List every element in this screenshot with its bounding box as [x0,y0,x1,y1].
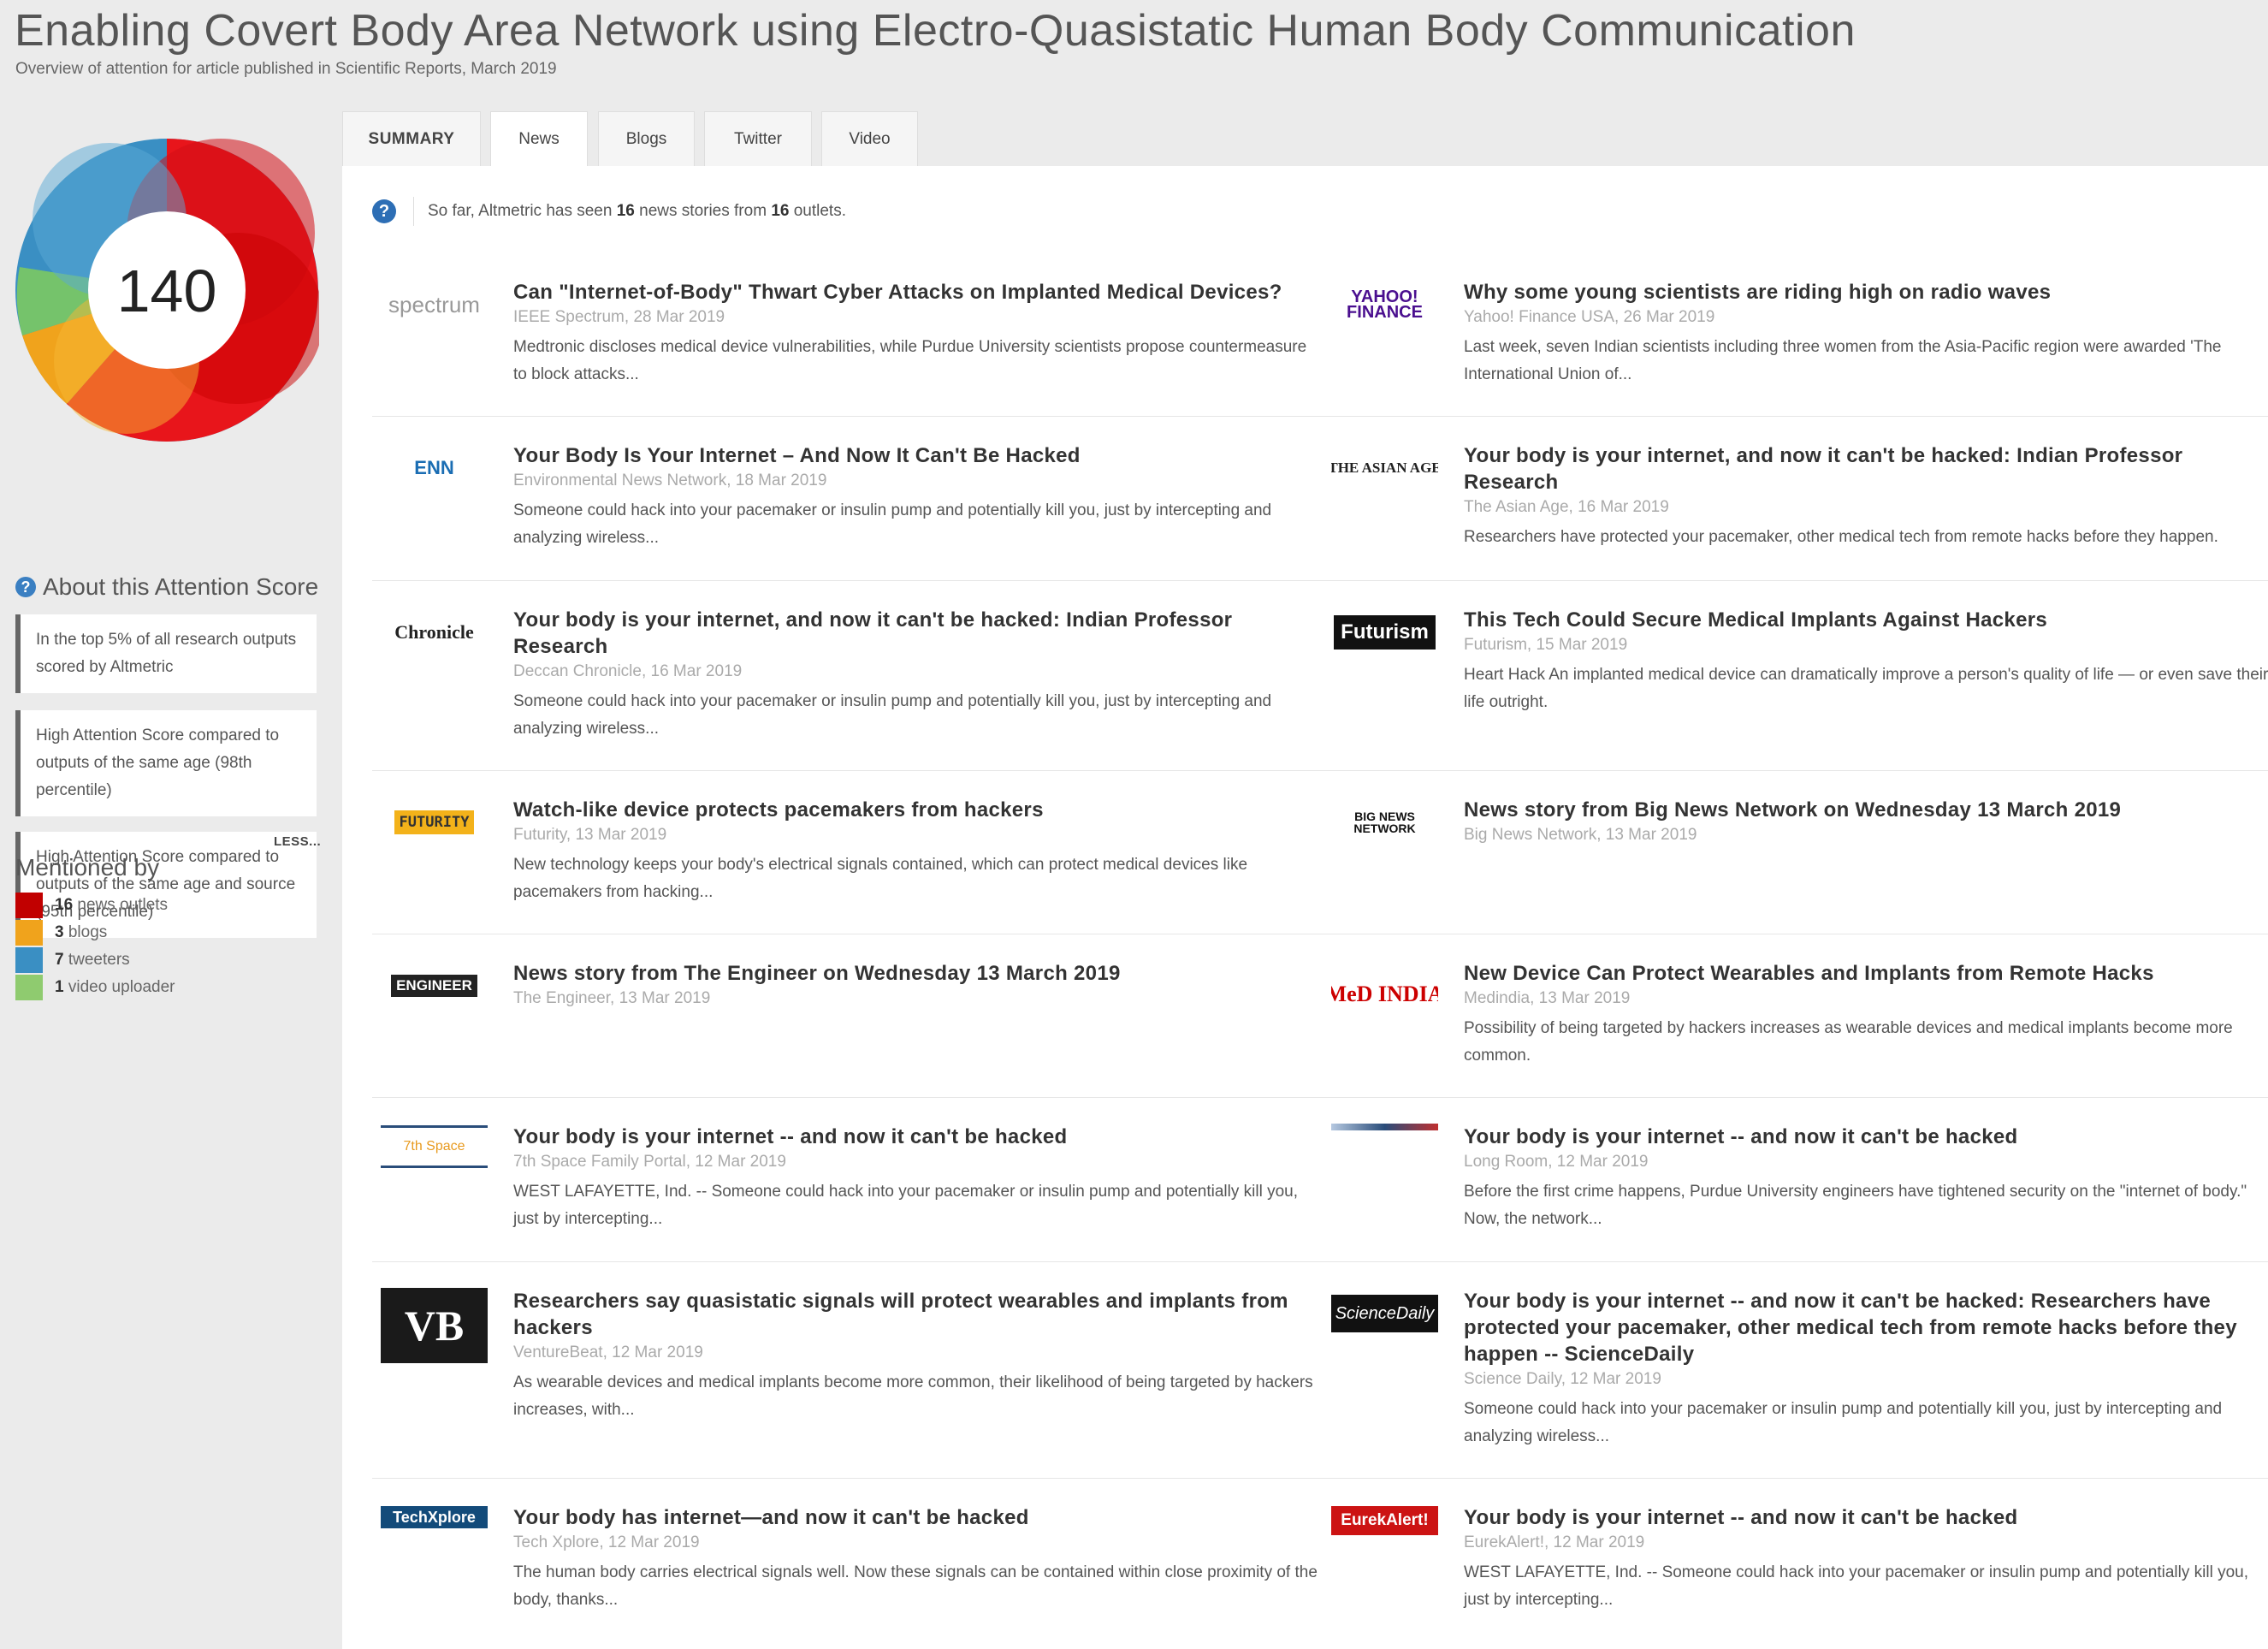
mention-video[interactable]: 1 video uploader [15,975,175,1000]
story-meta: Long Room, 12 Mar 2019 [1464,1153,1649,1171]
7th-space-logo: 7th Space [381,1125,488,1168]
asian-age-logo: THE ASIAN AGE [1331,460,1438,476]
story-headline[interactable]: Your body is your internet, and now it c… [1464,442,2268,495]
mentioned-by-title: Mentioned by [15,854,160,881]
story-meta: Medindia, 13 Mar 2019 [1464,989,1631,1007]
story-description: WEST LAFAYETTE, Ind. -- Someone could ha… [513,1183,1299,1228]
row-divider [372,580,2268,581]
story-description: As wearable devices and medical implants… [513,1373,1313,1419]
story-headline[interactable]: Your body is your internet -- and now it… [1464,1124,2268,1150]
story-headline[interactable]: News story from The Engineer on Wednesda… [513,960,1318,987]
story-headline[interactable]: Your body is your internet -- and now it… [1464,1504,2268,1531]
story-headline[interactable]: Your body is your internet, and now it c… [513,607,1318,660]
story-description: New technology keeps your body's electri… [513,856,1248,901]
story-headline[interactable]: Watch-like device protects pacemakers fr… [513,797,1318,823]
news-panel: ? So far, Altmetric has seen 16 news sto… [342,166,2268,1649]
mention-blogs[interactable]: 3 blogs [15,920,107,946]
story-meta: Deccan Chronicle, 16 Mar 2019 [513,662,743,680]
story-meta: Big News Network, 13 Mar 2019 [1464,826,1697,844]
mention-news[interactable]: 16 news outlets [15,893,168,918]
story-headline[interactable]: News story from Big News Network on Wedn… [1464,797,2268,823]
story-headline[interactable]: Your Body Is Your Internet – And Now It … [513,442,1318,469]
story-meta: Environmental News Network, 18 Mar 2019 [513,472,827,489]
about-score-title: About this Attention Score [43,573,319,600]
blogs-swatch [15,920,43,946]
science-daily-logo: ScienceDaily [1331,1295,1438,1332]
story-meta: Tech Xplore, 12 Mar 2019 [513,1533,700,1551]
story-headline[interactable]: Your body has internet—and now it can't … [513,1504,1318,1531]
altmetric-donut[interactable]: 140 [15,139,319,442]
story-description: Someone could hack into your pacemaker o… [1464,1400,2223,1445]
big-news-network-logo: BIG NEWS NETWORK [1353,810,1416,835]
ieee-spectrum-logo: spectrum [388,291,480,317]
page-title: Enabling Covert Body Area Network using … [15,6,1856,56]
story-headline[interactable]: This Tech Could Secure Medical Implants … [1464,607,2268,633]
story-description: Possibility of being targeted by hackers… [1464,1019,2233,1065]
tweeters-swatch [15,947,43,973]
tab-video[interactable]: Video [821,111,918,166]
story-description: Someone could hack into your pacemaker o… [513,501,1272,547]
tab-news[interactable]: News [490,111,588,167]
story-meta: The Engineer, 13 Mar 2019 [513,989,711,1007]
story-description: Last week, seven Indian scientists inclu… [1464,338,2222,383]
long-room-logo [1331,1124,1438,1130]
story-headline[interactable]: Your body is your internet -- and now it… [1464,1288,2268,1367]
story-description: Someone could hack into your pacemaker o… [513,692,1272,738]
eurekalert-logo: EurekAlert! [1331,1506,1438,1535]
story-meta: The Asian Age, 16 Mar 2019 [1464,498,1669,516]
story-headline[interactable]: New Device Can Protect Wearables and Imp… [1464,960,2268,987]
row-divider [372,1097,2268,1098]
video-swatch [15,975,43,1000]
story-description: Researchers have protected your pacemake… [1464,528,2218,546]
row-divider [372,416,2268,417]
score-box-top5: In the top 5% of all research outputs sc… [15,614,317,693]
info-separator [413,197,414,226]
help-icon[interactable]: ? [372,199,396,223]
tech-xplore-logo: TechXplore [381,1506,488,1528]
enn-logo: ENN [414,457,454,478]
info-row: ? So far, Altmetric has seen 16 news sto… [372,197,846,226]
less-link[interactable]: LESS... [274,834,321,849]
mention-tweeters[interactable]: 7 tweeters [15,947,130,973]
story-description: The human body carries electrical signal… [513,1563,1318,1609]
help-icon[interactable]: ? [15,577,36,597]
story-meta: VentureBeat, 12 Mar 2019 [513,1344,703,1361]
futurism-logo: Futurism [1331,607,1438,658]
page-header: Enabling Covert Body Area Network using … [0,0,2268,111]
page-subtitle: Overview of attention for article publis… [15,60,557,78]
story-meta: EurekAlert!, 12 Mar 2019 [1464,1533,1645,1551]
row-divider [372,1478,2268,1479]
venturebeat-logo: VB [381,1288,488,1363]
story-description: Heart Hack An implanted medical device c… [1464,666,2268,711]
sidebar: 140 ? About this Attention Score In the … [0,111,334,1649]
tab-blogs[interactable]: Blogs [598,111,695,166]
story-description: Before the first crime happens, Purdue U… [1464,1183,2247,1228]
info-text: So far, Altmetric has seen 16 news stori… [428,202,846,220]
news-swatch [15,893,43,918]
medindia-logo: MeD INDIA [1331,982,1438,1006]
story-meta: 7th Space Family Portal, 12 Mar 2019 [513,1153,786,1171]
story-headline[interactable]: Researchers say quasistatic signals will… [513,1288,1318,1341]
story-meta: Futurity, 13 Mar 2019 [513,826,667,844]
score-box-age: High Attention Score compared to outputs… [15,710,317,816]
story-meta: IEEE Spectrum, 28 Mar 2019 [513,308,725,326]
the-engineer-logo: ENGINEER [381,960,488,1011]
story-meta: Futurism, 15 Mar 2019 [1464,636,1628,654]
futurity-logo: FUTURITY [381,797,488,848]
about-score-heading[interactable]: ? About this Attention Score [15,573,318,601]
story-meta: Yahoo! Finance USA, 26 Mar 2019 [1464,308,1715,326]
story-meta: Science Daily, 12 Mar 2019 [1464,1370,1661,1388]
score-value: 140 [117,258,217,324]
story-headline[interactable]: Can "Internet-of-Body" Thwart Cyber Atta… [513,279,1318,305]
story-headline[interactable]: Your body is your internet -- and now it… [513,1124,1318,1150]
story-description: WEST LAFAYETTE, Ind. -- Someone could ha… [1464,1563,2249,1609]
tab-summary[interactable]: SUMMARY [342,111,481,166]
story-headline[interactable]: Why some young scientists are riding hig… [1464,279,2268,305]
story-description: Medtronic discloses medical device vulne… [513,338,1307,383]
row-divider [372,1261,2268,1262]
row-divider [372,770,2268,771]
yahoo-finance-logo: YAHOO! FINANCE [1347,288,1423,322]
deccan-chronicle-logo: Chronicle [394,621,474,643]
tab-twitter[interactable]: Twitter [704,111,812,166]
